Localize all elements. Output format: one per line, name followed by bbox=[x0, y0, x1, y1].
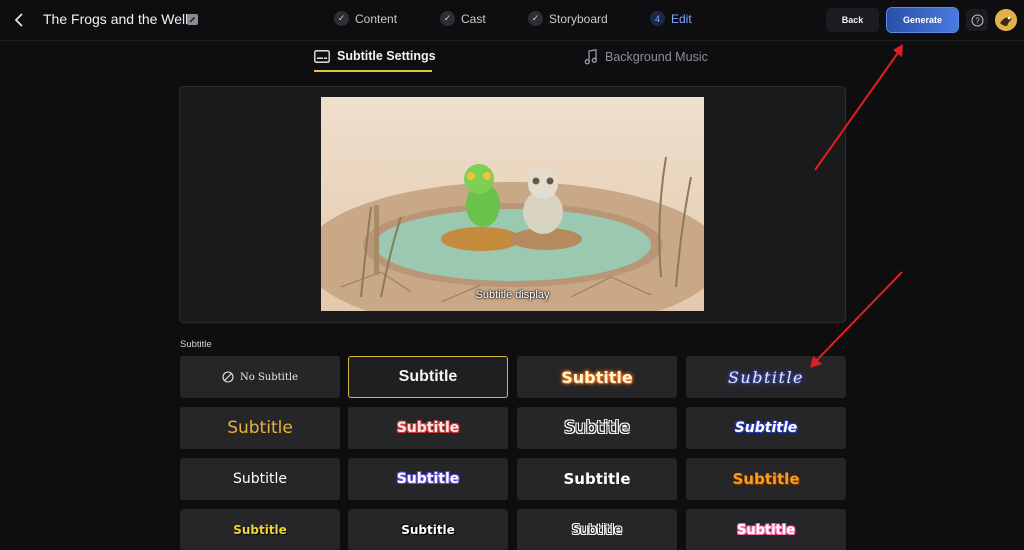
annotation-arrow-style bbox=[810, 271, 903, 368]
annotation-arrow-generate bbox=[814, 44, 903, 171]
annotation-arrows bbox=[810, 44, 903, 368]
